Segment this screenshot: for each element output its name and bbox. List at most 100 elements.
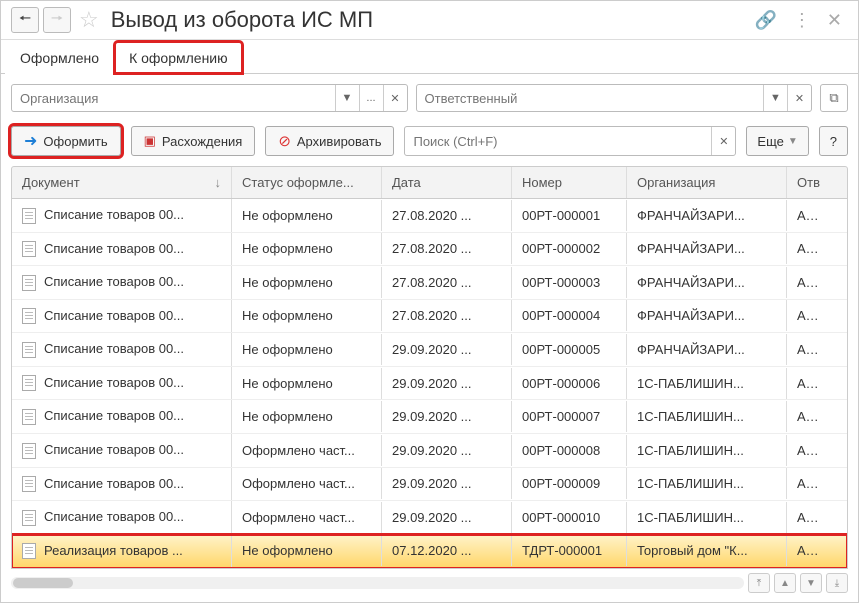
- table-row[interactable]: Списание товаров 00...Не оформлено29.09.…: [12, 367, 847, 401]
- col-number[interactable]: Номер: [512, 167, 627, 198]
- resp-dropdown-icon[interactable]: ▼: [763, 85, 787, 111]
- cell-number: 00РТ-000003: [512, 267, 627, 298]
- more-label: Еще: [757, 134, 783, 149]
- scrollbar-thumb[interactable]: [13, 578, 73, 588]
- cell-status: Не оформлено: [232, 401, 382, 432]
- cell-number: 00РТ-000008: [512, 435, 627, 466]
- create-button[interactable]: ➜ Оформить: [11, 126, 121, 156]
- cell-responsible: Адм: [787, 334, 832, 365]
- cell-status: Не оформлено: [232, 535, 382, 566]
- table-row[interactable]: Списание товаров 00...Не оформлено27.08.…: [12, 199, 847, 233]
- col-document[interactable]: Документ ↓: [12, 167, 232, 198]
- filter-organization[interactable]: ▼ ... ✕: [11, 84, 408, 112]
- resp-input[interactable]: [417, 91, 764, 106]
- table-header: Документ ↓ Статус оформле... Дата Номер …: [11, 166, 848, 199]
- cell-date: 29.09.2020 ...: [382, 468, 512, 499]
- col-responsible[interactable]: Отв: [787, 167, 832, 198]
- cell-organization: ФРАНЧАЙЗАРИ...: [627, 267, 787, 298]
- document-icon: [22, 409, 36, 425]
- more-button[interactable]: Еще ▼: [746, 126, 808, 156]
- cell-responsible: Адм: [787, 502, 832, 533]
- table-row[interactable]: Списание товаров 00...Не оформлено27.08.…: [12, 266, 847, 300]
- diff-button[interactable]: ▣ Расхождения: [131, 126, 256, 156]
- tab-pending[interactable]: К оформлению: [114, 41, 243, 74]
- cell-organization: ФРАНЧАЙЗАРИ...: [627, 300, 787, 331]
- table-row[interactable]: Реализация товаров ...Не оформлено07.12.…: [12, 535, 847, 569]
- org-clear-button[interactable]: ✕: [383, 85, 407, 111]
- cell-status: Не оформлено: [232, 233, 382, 264]
- create-label: Оформить: [43, 134, 107, 149]
- col-status[interactable]: Статус оформле...: [232, 167, 382, 198]
- resp-clear-button[interactable]: ✕: [787, 85, 811, 111]
- sort-icon: ↓: [215, 175, 222, 190]
- favorite-icon[interactable]: ☆: [79, 7, 99, 33]
- cell-number: 00РТ-000005: [512, 334, 627, 365]
- cell-number: 00РТ-000006: [512, 368, 627, 399]
- diff-label: Расхождения: [162, 134, 242, 149]
- cell-status: Не оформлено: [232, 267, 382, 298]
- cell-date: 27.08.2020 ...: [382, 200, 512, 231]
- cell-number: 00РТ-000004: [512, 300, 627, 331]
- help-button[interactable]: ?: [819, 126, 848, 156]
- link-icon[interactable]: 🔗: [748, 10, 782, 31]
- cell-document: Списание товаров 00...: [12, 333, 232, 366]
- table-row[interactable]: Списание товаров 00...Оформлено част...2…: [12, 468, 847, 502]
- chart-icon: ▣: [144, 133, 156, 149]
- cell-responsible: Адм: [787, 435, 832, 466]
- org-select-button[interactable]: ...: [359, 85, 383, 111]
- archive-label: Архивировать: [297, 134, 382, 149]
- tab-done[interactable]: Оформлено: [5, 41, 114, 74]
- cell-document: Списание товаров 00...: [12, 434, 232, 467]
- scroll-top-button[interactable]: ⤒: [748, 573, 770, 593]
- horizontal-scrollbar[interactable]: [11, 577, 744, 589]
- cell-document: Списание товаров 00...: [12, 266, 232, 299]
- document-icon: [22, 476, 36, 492]
- org-dropdown-icon[interactable]: ▼: [335, 85, 359, 111]
- col-organization[interactable]: Организация: [627, 167, 787, 198]
- cell-responsible: Адм: [787, 267, 832, 298]
- page-title: Вывод из оборота ИС МП: [111, 7, 745, 33]
- cell-organization: Торговый дом "К...: [627, 535, 787, 566]
- cell-date: 29.09.2020 ...: [382, 334, 512, 365]
- back-button[interactable]: 🠔: [11, 7, 39, 33]
- cell-responsible: Адм: [787, 233, 832, 264]
- filter-responsible[interactable]: ▼ ✕: [416, 84, 813, 112]
- expand-button[interactable]: ⧉: [820, 84, 848, 112]
- cell-organization: 1С-ПАБЛИШИН...: [627, 435, 787, 466]
- document-icon: [22, 241, 36, 257]
- search-input[interactable]: [405, 134, 711, 149]
- cell-number: 00РТ-000007: [512, 401, 627, 432]
- table-row[interactable]: Списание товаров 00...Оформлено част...2…: [12, 501, 847, 535]
- cell-date: 29.09.2020 ...: [382, 368, 512, 399]
- table-row[interactable]: Списание товаров 00...Не оформлено27.08.…: [12, 233, 847, 267]
- cell-organization: 1С-ПАБЛИШИН...: [627, 368, 787, 399]
- document-icon: [22, 375, 36, 391]
- forward-button[interactable]: 🠖: [43, 7, 71, 33]
- table-row[interactable]: Списание товаров 00...Не оформлено29.09.…: [12, 400, 847, 434]
- menu-dots-icon[interactable]: ⋮: [787, 10, 817, 31]
- cell-number: 00РТ-000010: [512, 502, 627, 533]
- chevron-down-icon: ▼: [788, 136, 798, 147]
- close-icon[interactable]: ✕: [821, 10, 848, 31]
- col-date[interactable]: Дата: [382, 167, 512, 198]
- cell-status: Не оформлено: [232, 200, 382, 231]
- cell-date: 27.08.2020 ...: [382, 233, 512, 264]
- scroll-bottom-button[interactable]: ⤓: [826, 573, 848, 593]
- scroll-down-button[interactable]: ▼: [800, 573, 822, 593]
- search-clear-button[interactable]: ✕: [711, 127, 735, 155]
- cell-organization: ФРАНЧАЙЗАРИ...: [627, 334, 787, 365]
- search-box[interactable]: ✕: [404, 126, 736, 156]
- cell-organization: 1С-ПАБЛИШИН...: [627, 502, 787, 533]
- document-icon: [22, 443, 36, 459]
- archive-button[interactable]: ⊘ Архивировать: [265, 126, 394, 156]
- prohibit-icon: ⊘: [278, 132, 291, 150]
- cell-date: 29.09.2020 ...: [382, 435, 512, 466]
- table-row[interactable]: Списание товаров 00...Оформлено част...2…: [12, 434, 847, 468]
- cell-date: 27.08.2020 ...: [382, 300, 512, 331]
- table-row[interactable]: Списание товаров 00...Не оформлено29.09.…: [12, 333, 847, 367]
- cell-status: Не оформлено: [232, 300, 382, 331]
- table-row[interactable]: Списание товаров 00...Не оформлено27.08.…: [12, 300, 847, 334]
- org-input[interactable]: [12, 91, 335, 106]
- scroll-up-button[interactable]: ▲: [774, 573, 796, 593]
- cell-status: Не оформлено: [232, 334, 382, 365]
